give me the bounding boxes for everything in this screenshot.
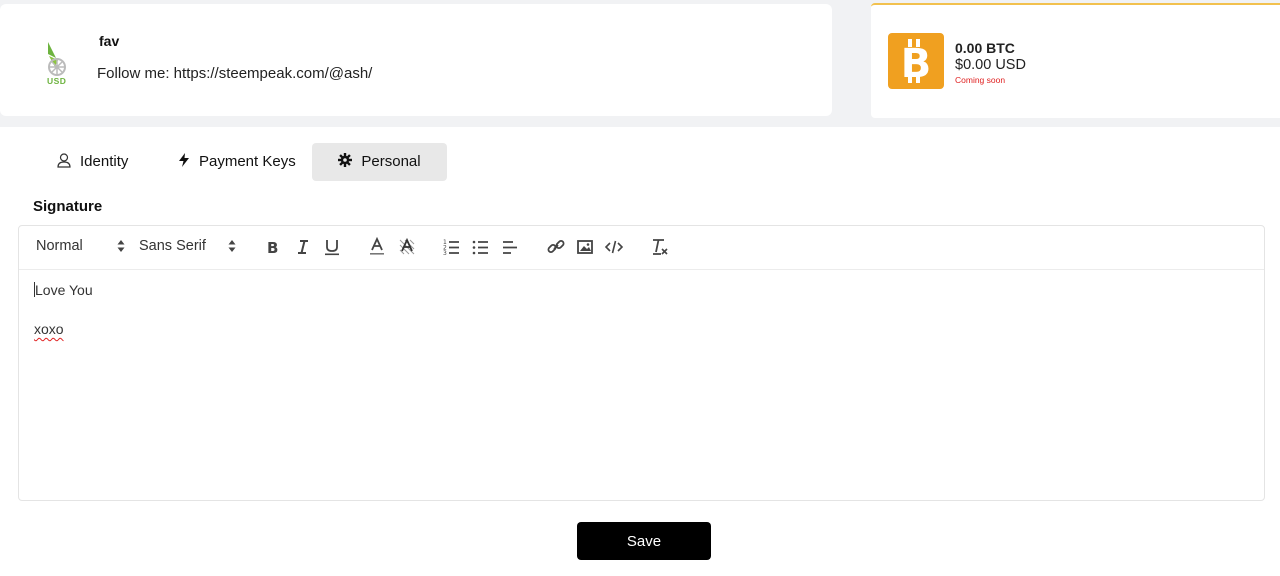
text-size-value: Normal — [36, 238, 83, 254]
editor-line: xoxo — [34, 321, 93, 340]
bullet-list-icon[interactable] — [471, 237, 491, 257]
save-button[interactable]: Save — [577, 522, 711, 560]
editor-line-text: xoxo — [34, 321, 64, 337]
text-size-select[interactable]: Normal — [36, 238, 128, 254]
font-family-value: Sans Serif — [139, 238, 206, 254]
code-icon[interactable] — [604, 237, 624, 257]
lightning-icon — [178, 153, 199, 170]
svg-text:3: 3 — [443, 250, 447, 257]
svg-text:B: B — [267, 239, 278, 257]
tab-personal[interactable]: Personal — [312, 143, 447, 181]
wallet-card: B 0.00 BTC $0.00 USD Coming soon — [871, 3, 1280, 118]
editor-line: Love You — [34, 282, 93, 301]
font-family-select[interactable]: Sans Serif — [139, 238, 239, 254]
editor-toolbar: Normal Sans Serif B 123 — [19, 226, 1264, 270]
select-arrows-icon — [228, 239, 236, 257]
align-icon[interactable] — [500, 237, 520, 257]
logo-label: USD — [47, 76, 67, 86]
profile-bio: Follow me: https://steempeak.com/@ash/ — [97, 65, 373, 82]
background-color-icon[interactable] — [397, 237, 417, 257]
status-text: Coming soon — [955, 75, 1006, 85]
profile-card: USD fav Follow me: https://steempeak.com… — [0, 4, 832, 116]
gear-icon — [338, 153, 361, 170]
btc-amount: 0.00 BTC — [955, 40, 1015, 56]
tab-payment-keys[interactable]: Payment Keys — [178, 143, 296, 181]
profile-name: fav — [99, 33, 120, 49]
ordered-list-icon[interactable]: 123 — [442, 237, 462, 257]
bold-icon[interactable]: B — [264, 237, 284, 257]
tab-label: Personal — [361, 153, 421, 170]
underline-icon[interactable] — [322, 237, 342, 257]
editor-line-text: Love You — [35, 282, 93, 298]
font-color-icon[interactable] — [367, 237, 387, 257]
tab-label: Payment Keys — [199, 153, 296, 170]
signature-label: Signature — [33, 198, 103, 215]
bitshares-usd-logo: USD — [44, 40, 72, 90]
usd-amount: $0.00 USD — [955, 57, 1026, 73]
italic-icon[interactable] — [293, 237, 313, 257]
tab-identity[interactable]: Identity — [57, 143, 128, 181]
link-icon[interactable] — [546, 237, 566, 257]
editor-content[interactable]: Love You xoxo — [34, 282, 93, 340]
image-icon[interactable] — [575, 237, 595, 257]
bitcoin-icon: B — [888, 33, 944, 89]
settings-panel: Identity Payment Keys Personal Signature… — [0, 127, 1280, 576]
clear-format-icon[interactable] — [649, 237, 669, 257]
user-icon — [57, 152, 80, 170]
select-arrows-icon — [117, 239, 125, 257]
signature-editor[interactable]: Normal Sans Serif B 123 Love You xoxo — [18, 225, 1265, 501]
tab-label: Identity — [80, 153, 129, 170]
